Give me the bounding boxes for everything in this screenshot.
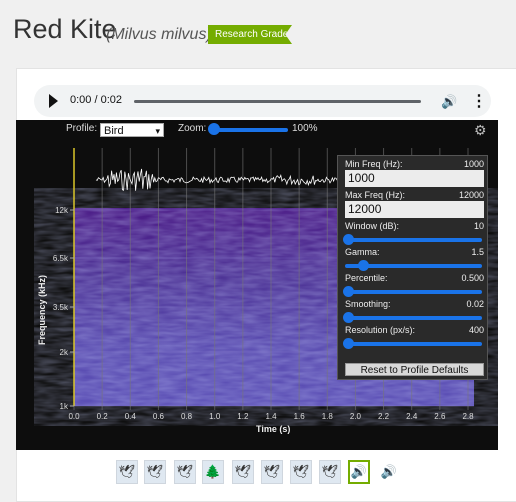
smoothing-label: Smoothing:	[345, 299, 391, 309]
thumbnail-photo-7[interactable]: 🕊	[290, 460, 312, 484]
x-tick-label: 0.0	[68, 412, 80, 421]
more-vert-icon[interactable]: ⋮	[471, 91, 487, 111]
header: Red Kite (Milvus milvus) Research Grade	[0, 0, 516, 68]
bird-flight-icon: 🕊	[234, 464, 252, 479]
x-tick-label: 2.4	[406, 412, 418, 421]
resolution-slider-handle[interactable]	[343, 338, 354, 349]
resolution-value: 400	[468, 325, 484, 335]
thumbnail-photo-6[interactable]: 🕊	[261, 460, 283, 484]
bird-flight-icon: 🕊	[321, 464, 339, 479]
volume-icon[interactable]: 🔊	[441, 94, 457, 110]
waveform	[95, 168, 352, 191]
media-thumbnail-strip: 🕊 🕊 🕊 🌲 🕊 🕊 🕊 🕊 🔊 🔊	[0, 458, 516, 488]
min-freq-label: Min Freq (Hz):	[345, 159, 403, 169]
y-tick-label: 6.5k	[53, 254, 69, 263]
x-tick-label: 1.6	[294, 412, 306, 421]
scientific-name: (Milvus milvus)	[106, 26, 212, 43]
min-freq-value: 1000	[463, 159, 484, 169]
resolution-row: Resolution (px/s): 400	[345, 325, 484, 335]
audio-player[interactable]: 0:00 / 0:02 🔊 ⋮	[34, 85, 491, 117]
x-tick-label: 2.6	[434, 412, 446, 421]
smoothing-slider[interactable]	[343, 312, 482, 323]
thumbnail-photo-5[interactable]: 🕊	[232, 460, 254, 484]
x-tick-label: 0.4	[125, 412, 137, 421]
window-value: 10	[473, 221, 484, 231]
thumbnail-sound-1[interactable]: 🔊	[348, 460, 370, 484]
min-freq-row: Min Freq (Hz): 1000	[345, 159, 484, 169]
min-freq-input[interactable]: 1000	[345, 170, 484, 187]
play-icon[interactable]	[49, 94, 58, 108]
bird-flight-icon: 🕊	[118, 464, 136, 479]
x-tick-label: 0.2	[97, 412, 109, 421]
percentile-label: Percentile:	[345, 273, 388, 283]
window-row: Window (dB): 10	[345, 221, 484, 231]
smoothing-slider-handle[interactable]	[343, 312, 354, 323]
y-tick-label: 12k	[55, 206, 69, 215]
time-axis: 0.0 0.2 0.4 0.6 0.8 1.0 1.2 1.4 1.6 1.8 2.0 2.2 2.4 2…	[68, 412, 474, 421]
bird-flight-icon: 🕊	[292, 464, 310, 479]
thumbnail-photo-3[interactable]: 🕊	[174, 460, 196, 484]
bird-flight-icon: 🕊	[176, 464, 194, 479]
x-axis-label: Time (s)	[256, 424, 290, 434]
y-tick-label: 1k	[60, 402, 69, 411]
thumbnail-photo-2[interactable]: 🕊	[144, 460, 166, 484]
percentile-slider[interactable]	[343, 286, 482, 297]
audio-progress-bar[interactable]	[134, 100, 421, 103]
percentile-slider-handle[interactable]	[343, 286, 354, 297]
sound-icon: 🔊	[380, 464, 398, 479]
max-freq-input[interactable]: 12000	[345, 201, 484, 218]
y-tick-label: 2k	[60, 348, 69, 357]
thumbnail-photo-1[interactable]: 🕊	[116, 460, 138, 484]
y-axis-label: Frequency (kHz)	[37, 275, 47, 345]
percentile-value: 0.500	[461, 273, 484, 283]
gamma-label: Gamma:	[345, 247, 380, 257]
percentile-row: Percentile: 0.500	[345, 273, 484, 283]
x-tick-label: 2.2	[378, 412, 390, 421]
reset-defaults-button[interactable]: Reset to Profile Defaults	[345, 363, 484, 376]
y-tick-label: 3.5k	[53, 303, 69, 312]
resolution-slider[interactable]	[343, 338, 482, 349]
resolution-label: Resolution (px/s):	[345, 325, 416, 335]
species-title: Red Kite	[13, 14, 117, 44]
window-label: Window (dB):	[345, 221, 400, 231]
research-grade-badge: Research Grade	[208, 25, 292, 44]
bird-flight-icon: 🕊	[146, 464, 164, 479]
smoothing-value: 0.02	[466, 299, 484, 309]
x-tick-label: 1.2	[237, 412, 249, 421]
x-tick-label: 2.0	[350, 412, 362, 421]
thumbnail-photo-8[interactable]: 🕊	[319, 460, 341, 484]
trees-icon: 🌲	[204, 464, 222, 479]
x-tick-label: 1.8	[322, 412, 334, 421]
smoothing-row: Smoothing: 0.02	[345, 299, 484, 309]
x-tick-label: 0.8	[181, 412, 193, 421]
sound-icon: 🔊	[350, 464, 368, 479]
bird-flight-icon: 🕊	[263, 464, 281, 479]
gamma-slider-handle[interactable]	[358, 260, 370, 271]
spectrogram-settings-panel: Min Freq (Hz): 1000 1000 Max Freq (Hz): 12…	[337, 155, 488, 380]
gamma-value: 1.5	[471, 247, 484, 257]
max-freq-row: Max Freq (Hz): 12000	[345, 190, 484, 200]
window-slider[interactable]	[343, 234, 482, 245]
x-tick-label: 0.6	[153, 412, 165, 421]
max-freq-label: Max Freq (Hz):	[345, 190, 406, 200]
gamma-slider[interactable]	[345, 260, 482, 271]
x-tick-label: 1.4	[265, 412, 277, 421]
thumbnail-photo-4[interactable]: 🌲	[202, 460, 224, 484]
audio-time: 0:00 / 0:02	[70, 94, 122, 106]
max-freq-value: 12000	[458, 190, 484, 200]
x-tick-label: 1.0	[209, 412, 221, 421]
gamma-row: Gamma: 1.5	[345, 247, 484, 257]
thumbnail-sound-2[interactable]: 🔊	[378, 460, 400, 484]
x-tick-label: 2.8	[462, 412, 474, 421]
window-slider-handle[interactable]	[343, 234, 354, 245]
